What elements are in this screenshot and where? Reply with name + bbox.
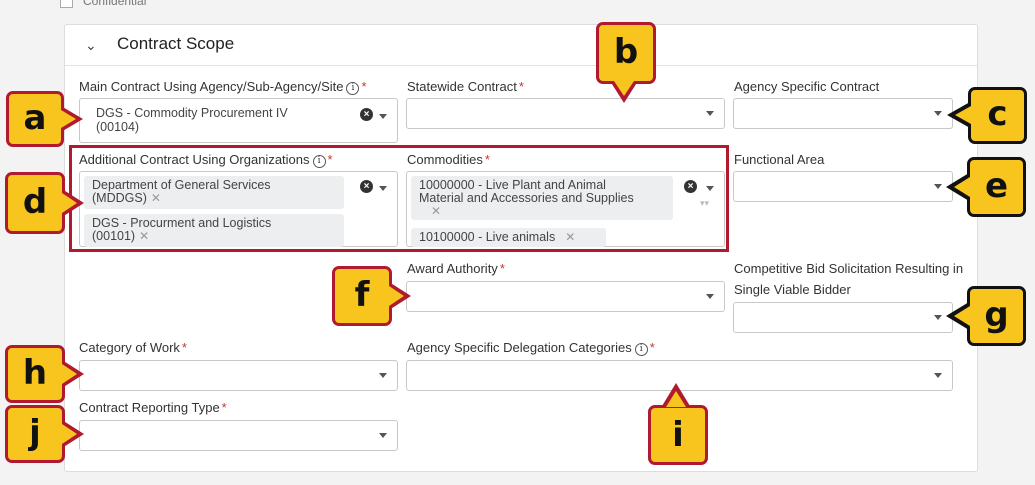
callout-b-pointer-fill: [614, 81, 634, 96]
agency-specific-contract-label: Agency Specific Contract: [734, 79, 880, 94]
callout-j-pointer-fill: [62, 424, 77, 444]
agency-specific-contract-select[interactable]: [733, 98, 953, 129]
callout-g: g: [967, 286, 1026, 346]
callout-h: h: [5, 345, 65, 403]
callout-i: i: [648, 405, 708, 465]
callout-i-pointer-fill: [666, 391, 686, 407]
contract-reporting-type-select[interactable]: [79, 420, 398, 451]
contract-scope-header[interactable]: ⌄ Contract Scope: [65, 25, 977, 66]
callout-d: d: [5, 172, 65, 234]
callout-e-pointer-fill: [954, 177, 970, 197]
callout-c: c: [968, 87, 1027, 144]
clear-icon[interactable]: ×: [360, 108, 373, 121]
chevron-down-icon[interactable]: ⌄: [85, 37, 97, 54]
award-authority-select[interactable]: [406, 281, 725, 312]
chevron-down-icon[interactable]: [934, 314, 942, 320]
callout-f: f: [332, 266, 392, 326]
category-of-work-select[interactable]: [79, 360, 398, 391]
competitive-bid-select[interactable]: [733, 302, 953, 333]
confidential-checkbox[interactable]: [60, 0, 73, 9]
chevron-down-icon[interactable]: [379, 372, 387, 378]
chevron-down-icon[interactable]: [934, 372, 942, 378]
confidential-label: Confidential: [83, 0, 147, 8]
callout-e: e: [967, 157, 1026, 217]
main-agency-select[interactable]: DGS - Commodity Procurement IV (00104) ×: [79, 98, 398, 143]
chevron-down-icon[interactable]: [706, 293, 714, 299]
main-agency-value-line1: DGS - Commodity Procurement IV: [96, 106, 288, 120]
info-icon[interactable]: i: [634, 343, 648, 356]
callout-g-pointer-fill: [954, 306, 970, 326]
callout-c-pointer-fill: [955, 106, 971, 124]
callout-a: a: [6, 91, 64, 147]
chevron-down-icon[interactable]: [379, 432, 387, 438]
chevron-down-icon[interactable]: [934, 183, 942, 189]
functional-area-select[interactable]: [733, 171, 953, 202]
contract-reporting-type-label: Contract Reporting Type *: [79, 400, 227, 415]
chevron-down-icon[interactable]: [379, 114, 387, 119]
chevron-down-icon[interactable]: [934, 110, 942, 116]
statewide-contract-select[interactable]: [406, 98, 725, 129]
callout-j: j: [5, 405, 65, 463]
info-icon[interactable]: i: [346, 82, 360, 95]
callout-f-pointer-fill: [389, 286, 404, 306]
award-authority-label: Award Authority *: [407, 261, 505, 276]
category-of-work-label: Category of Work *: [79, 340, 187, 355]
competitive-bid-label: Competitive Bid Solicitation Resulting i…: [734, 261, 964, 297]
callout-d-pointer-fill: [62, 193, 77, 213]
callout-h-pointer-fill: [62, 364, 77, 384]
callout-b: b: [596, 22, 656, 84]
highlight-box: [69, 145, 729, 252]
confidential-checkbox-row[interactable]: Confidential: [60, 0, 147, 9]
main-agency-label: Main Contract Using Agency/Sub-Agency/Si…: [79, 79, 367, 95]
functional-area-label: Functional Area: [734, 152, 825, 167]
chevron-down-icon[interactable]: [706, 110, 714, 116]
delegation-categories-label: Agency Specific Delegation Categories i *: [407, 340, 655, 356]
callout-a-pointer-fill: [61, 110, 76, 128]
statewide-contract-label: Statewide Contract *: [407, 79, 524, 94]
main-agency-value-line2: (00104): [96, 120, 140, 134]
section-title: Contract Scope: [117, 34, 235, 53]
